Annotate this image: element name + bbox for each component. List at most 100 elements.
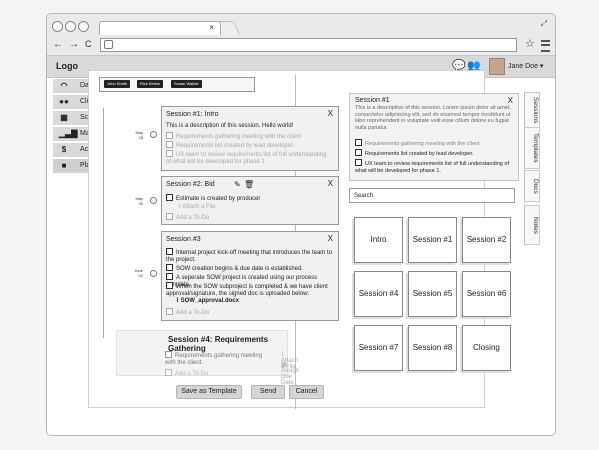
checkbox: [166, 308, 173, 315]
timeline-date: May 28: [135, 130, 143, 140]
user-avatar[interactable]: [489, 58, 505, 75]
todo-item[interactable]: Requirements list created by lead develo…: [166, 141, 332, 150]
session-card-4-draft[interactable]: Session #4: Requirements Gathering Requi…: [116, 330, 299, 386]
checkbox[interactable]: [355, 139, 362, 146]
session-card-3[interactable]: Session #3 X Internal project kick-off m…: [161, 231, 339, 321]
todo-item[interactable]: Estimate is created by producer: [166, 194, 332, 203]
back-button[interactable]: ←: [53, 39, 63, 50]
timeline-date: June 02: [134, 268, 143, 278]
session-tile[interactable]: Session #7: [354, 325, 403, 371]
checkbox[interactable]: [166, 194, 173, 201]
checkbox[interactable]: [355, 149, 362, 156]
add-todo-link[interactable]: Add a To-Do: [166, 213, 332, 222]
address-bar[interactable]: [100, 38, 517, 52]
expand-icon[interactable]: ⤢: [541, 19, 547, 29]
todo-text: Requirements gathering meeting with the …: [176, 134, 302, 140]
checkbox: [166, 213, 173, 220]
checkbox[interactable]: [165, 351, 172, 358]
todo-item[interactable]: SOW creation begins & due date is establ…: [166, 264, 332, 273]
tab-sessions[interactable]: Sessions: [524, 92, 540, 128]
tab-templates[interactable]: Templates: [524, 127, 540, 169]
user-menu[interactable]: Jane Doe ▾: [508, 62, 543, 70]
todo-text: Estimate is created by producer: [176, 196, 261, 202]
file-attachment[interactable]: ⌇ SOW_approval.docx: [176, 298, 342, 305]
session-search-input[interactable]: Search: [349, 188, 515, 203]
session-tile[interactable]: Intro: [354, 217, 403, 263]
todo-text: Requirements gathering meeting with the …: [165, 353, 263, 366]
assignee-tag[interactable]: Susan Walker: [171, 80, 202, 88]
session-tile[interactable]: Session #5: [408, 271, 457, 317]
send-button[interactable]: Send: [251, 385, 285, 399]
todo-text: UX team to review requirements list of f…: [355, 161, 509, 174]
todo-text: Requirements gathering meeting with the …: [365, 141, 480, 147]
checkbox[interactable]: [355, 159, 362, 166]
user-caret-icon: ▾: [539, 63, 544, 70]
bookmark-star-icon[interactable]: ☆: [525, 37, 535, 50]
save-as-template-button[interactable]: Save as Template: [176, 385, 242, 399]
edit-icon[interactable]: ✎: [234, 180, 241, 189]
assignee-tag[interactable]: John Smith: [104, 80, 131, 88]
attach-file-link[interactable]: ⌇ Attach a File: [178, 204, 344, 211]
session-tile[interactable]: Session #2: [462, 217, 511, 263]
todo-item[interactable]: Internal project kick-off meeting that i…: [166, 248, 332, 264]
session-tile[interactable]: Session #8: [408, 325, 457, 371]
cancel-button[interactable]: Cancel: [289, 385, 324, 399]
todo-text: SOW creation begins & due date is establ…: [176, 266, 304, 272]
checkbox[interactable]: [166, 132, 173, 139]
todo-item[interactable]: Requirements gathering meeting with the …: [166, 132, 332, 141]
session-description: This is a description of this session. H…: [166, 123, 294, 129]
add-todo-label: Add a To-Do: [175, 371, 209, 377]
close-icon[interactable]: X: [508, 96, 513, 105]
reload-button[interactable]: C: [85, 39, 92, 49]
forward-button[interactable]: →: [69, 39, 79, 50]
checkbox[interactable]: [166, 273, 173, 280]
assignee-tags[interactable]: John Smith Rick Kelton Susan Walker: [99, 77, 255, 92]
tab-docs[interactable]: Docs: [524, 170, 540, 202]
timeline-node[interactable]: [150, 131, 157, 138]
session-tile[interactable]: Session #1: [408, 217, 457, 263]
timeline-node[interactable]: [150, 270, 157, 277]
todo-item[interactable]: UX team to review requirements list of f…: [166, 150, 332, 166]
page-icon: [104, 40, 113, 49]
close-icon[interactable]: X: [328, 109, 333, 118]
checkbox[interactable]: [166, 248, 173, 255]
session-card-1[interactable]: Session #1: Intro X This is a descriptio…: [161, 106, 339, 171]
tab-notes[interactable]: Notes: [524, 205, 540, 245]
window-close-dot[interactable]: [52, 21, 63, 32]
todo-item[interactable]: Requirements gathering meeting with the …: [165, 351, 265, 367]
window-maximize-dot[interactable]: [78, 21, 89, 32]
assignee-tag[interactable]: Rick Kelton: [137, 80, 164, 88]
close-icon[interactable]: X: [328, 179, 333, 188]
todo-text: When the SOW subproject is completed & w…: [166, 284, 328, 297]
session-tile[interactable]: Closing: [462, 325, 511, 371]
timeline-node[interactable]: [150, 197, 157, 204]
window-minimize-dot[interactable]: [65, 21, 76, 32]
checkbox[interactable]: [166, 141, 173, 148]
todo-item[interactable]: Requirements gathering meeting with the …: [355, 139, 515, 148]
browser-tab[interactable]: ×: [99, 21, 221, 35]
checkbox[interactable]: [166, 150, 173, 157]
todo-item[interactable]: Requirements list created by lead develo…: [355, 149, 515, 158]
close-icon[interactable]: X: [328, 234, 333, 243]
add-todo-label: Add a To-Do: [176, 215, 210, 221]
browser-menu-icon[interactable]: [541, 40, 550, 52]
gauge-icon: ◠: [60, 81, 68, 90]
trash-icon[interactable]: 🗑: [244, 180, 254, 189]
todo-item[interactable]: UX team to review requirements list of f…: [355, 159, 515, 175]
todo-text: Internal project kick-off meeting that i…: [166, 250, 332, 263]
checkbox: [165, 369, 172, 376]
todo-item[interactable]: When the SOW subproject is completed & w…: [166, 282, 332, 298]
checkbox[interactable]: [166, 282, 173, 289]
add-todo-link[interactable]: Add a To-Do: [166, 308, 332, 317]
session-tile[interactable]: Session #4: [354, 271, 403, 317]
timeline-date: May 30: [135, 196, 143, 206]
session-tile[interactable]: Session #6: [462, 271, 511, 317]
add-todo-link[interactable]: Add a To-Do: [165, 369, 208, 377]
session-detail-panel: Session #1 X This is a description of th…: [349, 93, 519, 181]
tab-close-icon[interactable]: ×: [209, 23, 214, 32]
app-logo[interactable]: Logo: [56, 61, 78, 71]
session-card-2[interactable]: Session #2: Bid ✎ 🗑 X Estimate is create…: [161, 176, 339, 225]
todo-text: Requirements list created by lead develo…: [365, 151, 474, 157]
assign-due-date-link[interactable]: ▦ Assign Due Date: [281, 361, 299, 386]
checkbox[interactable]: [166, 264, 173, 271]
